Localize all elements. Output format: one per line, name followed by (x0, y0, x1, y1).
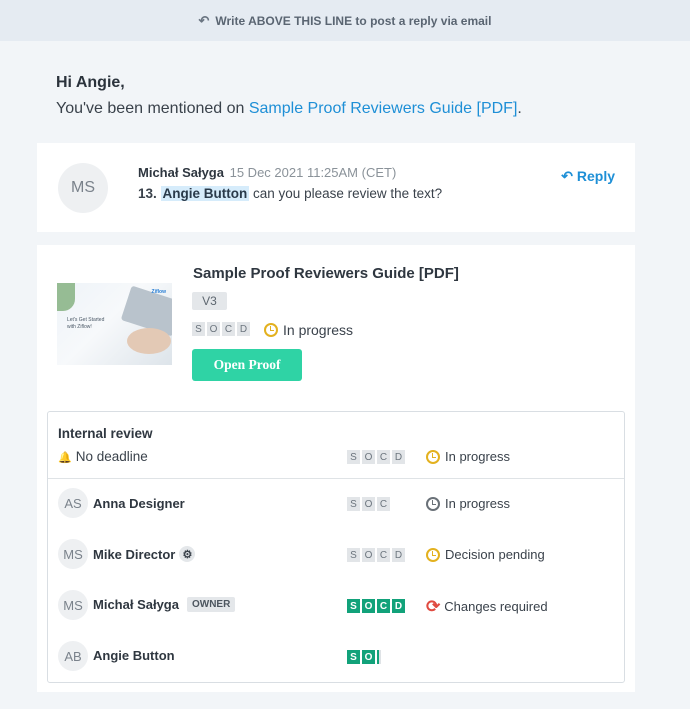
proof-link[interactable]: Sample Proof Reviewers Guide [PDF] (249, 100, 518, 117)
reviewer-status: ⟳ Changes required (426, 598, 548, 615)
stage-c: C (222, 322, 235, 336)
mention-prefix: You've been mentioned on (56, 100, 249, 117)
stage-d: D (237, 322, 250, 336)
stage-s: S (347, 497, 360, 511)
comment-number: 13. (138, 186, 157, 201)
avatar: MS (58, 539, 88, 569)
stage-s: S (347, 599, 360, 613)
reviewer-status: In progress (426, 496, 510, 511)
proof-stages: S O C D (192, 322, 250, 336)
thumbnail-title: Let's Get Started with Ziflow! (67, 317, 105, 330)
refresh-icon: ⟳ (426, 597, 441, 616)
stage-d: D (392, 599, 405, 613)
divider (48, 478, 624, 479)
reviewer-status: Decision pending (426, 547, 545, 562)
reply-label: Reply (576, 168, 615, 184)
stage-s: S (347, 650, 360, 664)
reviewer-status-text: In progress (445, 496, 511, 511)
mention-tag: Angie Button (160, 186, 250, 201)
reviewer-name: Angie Button (93, 648, 175, 663)
reply-arrow-icon: ↶ (561, 168, 573, 184)
comment-body: can you please review the text? (249, 186, 443, 201)
proof-title: Sample Proof Reviewers Guide [PDF] (193, 265, 459, 282)
avatar: AB (58, 641, 88, 671)
stage-c: C (377, 548, 390, 562)
avatar: MS (58, 163, 108, 213)
comment-text: 13. Angie Button can you please review t… (138, 186, 442, 201)
deadline-text: No deadline (75, 449, 148, 464)
avatar: AS (58, 488, 88, 518)
reviewer-name-text: Mike Director (93, 546, 176, 562)
reviewer-status-text: Decision pending (445, 547, 545, 562)
reviewer-name: Anna Designer (93, 496, 185, 511)
stage-o: O (362, 450, 375, 464)
reviewer-name-text: Michał Sałyga (93, 597, 179, 612)
clock-icon (426, 496, 440, 511)
thumbnail-brand: Ziflow (151, 289, 166, 295)
clock-icon (426, 449, 440, 464)
stage-o: O (362, 599, 375, 613)
stage-c: C (377, 497, 390, 511)
owner-badge: OWNER (186, 597, 236, 612)
reviewer-name-text: Anna Designer (93, 496, 185, 511)
plant-graphic (57, 283, 75, 311)
greeting: Hi Angie, (56, 74, 125, 91)
review-deadline: 🔔 No deadline (58, 449, 148, 464)
stage-o: O (207, 322, 220, 336)
reviewer-stages: S O (347, 650, 381, 664)
reply-button[interactable]: ↶ Reply (561, 168, 615, 185)
reviewer-name: Michał Sałyga OWNER (93, 597, 236, 612)
stage-o: O (362, 548, 375, 562)
comment-card: MS Michał Sałyga 15 Dec 2021 11:25AM (CE… (37, 143, 635, 232)
review-stages: S O C D (347, 450, 405, 464)
reply-banner: ↶ Write ABOVE THIS LINE to post a reply … (0, 0, 690, 41)
avatar: MS (58, 590, 88, 620)
comment-date: 15 Dec 2021 11:25AM (CET) (229, 165, 397, 180)
stage-o: O (362, 650, 375, 664)
stage-d: D (392, 548, 405, 562)
reviewer-stages: S O C D (347, 599, 405, 613)
proof-status-text: In progress (283, 322, 354, 338)
stage-c: C (377, 599, 390, 613)
mention-suffix: . (517, 100, 522, 117)
stage-c: C (377, 450, 390, 464)
version-badge: V3 (192, 292, 227, 310)
proof-status: In progress (264, 322, 353, 338)
reply-icon: ↶ (198, 12, 210, 28)
reviewer-status-text: Changes required (444, 599, 548, 614)
reviewer-name-text: Angie Button (93, 648, 175, 663)
reply-banner-text: Write ABOVE THIS LINE to post a reply vi… (215, 13, 492, 28)
bell-icon: 🔔 (58, 452, 72, 464)
gear-icon: ⚙ (179, 546, 196, 562)
clock-icon (264, 323, 278, 337)
stage-o: O (362, 497, 375, 511)
proof-thumbnail[interactable]: Ziflow Let's Get Started with Ziflow! (57, 283, 172, 365)
clock-icon (426, 547, 440, 562)
comment-author: Michał Sałyga (138, 165, 224, 180)
comment-header: Michał Sałyga 15 Dec 2021 11:25AM (CET) (138, 165, 396, 180)
review-title: Internal review (58, 426, 153, 441)
internal-review-panel: Internal review 🔔 No deadline S O C D In … (47, 411, 625, 683)
reviewer-name: Mike Director ⚙ (93, 546, 196, 562)
proof-card: Ziflow Let's Get Started with Ziflow! Sa… (37, 245, 635, 692)
hands-graphic (127, 328, 171, 354)
reviewer-stages: S O C D (347, 548, 405, 562)
stage-s: S (192, 322, 205, 336)
review-status-text: In progress (445, 449, 511, 464)
stage-s: S (347, 548, 360, 562)
stage-s: S (347, 450, 360, 464)
mention-line: You've been mentioned on Sample Proof Re… (56, 100, 522, 118)
stage-progress-tail (377, 650, 381, 664)
stage-d: D (392, 450, 405, 464)
reviewer-stages: S O C (347, 497, 390, 511)
open-proof-button[interactable]: Open Proof (192, 349, 302, 381)
review-status: In progress (426, 449, 510, 464)
